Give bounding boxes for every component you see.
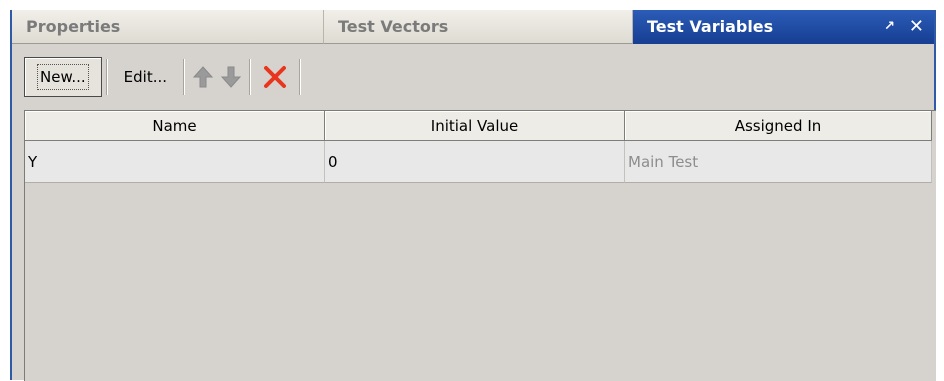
- edit-button-label: Edit...: [123, 68, 168, 86]
- tab-test-vectors[interactable]: Test Vectors: [324, 10, 633, 44]
- toolbar-separator: [183, 59, 186, 95]
- move-up-icon[interactable]: [189, 57, 217, 97]
- tab-strip: Properties Test Vectors Test Variables ↗…: [12, 10, 934, 44]
- toolbar-separator: [299, 59, 302, 95]
- variables-table: Name Initial Value Assigned In Y 0 Main …: [24, 110, 936, 381]
- tab-controls: ↗ ✕: [884, 17, 924, 36]
- tab-label: Properties: [26, 17, 121, 36]
- column-header-name[interactable]: Name: [25, 111, 325, 141]
- tab-label: Test Variables: [647, 17, 774, 36]
- new-button[interactable]: New...: [24, 57, 102, 97]
- toolbar-separator: [249, 59, 252, 95]
- edit-button[interactable]: Edit...: [112, 57, 179, 97]
- close-icon[interactable]: ✕: [909, 17, 924, 36]
- table-row[interactable]: Y 0 Main Test: [25, 141, 936, 183]
- table-header-row: Name Initial Value Assigned In: [25, 111, 936, 141]
- move-down-icon[interactable]: [217, 57, 245, 97]
- test-variables-panel: Properties Test Vectors Test Variables ↗…: [10, 10, 936, 381]
- new-button-label: New...: [37, 64, 89, 90]
- column-header-assigned-in[interactable]: Assigned In: [625, 111, 932, 141]
- table-cell-name[interactable]: Y: [25, 141, 325, 183]
- toolbar-separator: [105, 59, 108, 95]
- toolbar: New... Edit...: [18, 48, 928, 106]
- table-cell-initial-value[interactable]: 0: [325, 141, 625, 183]
- tab-properties[interactable]: Properties: [12, 10, 324, 44]
- tab-label: Test Vectors: [338, 17, 449, 36]
- delete-icon[interactable]: [255, 57, 295, 97]
- column-header-initial-value[interactable]: Initial Value: [325, 111, 625, 141]
- tab-test-variables[interactable]: Test Variables ↗ ✕: [633, 10, 934, 44]
- pin-icon[interactable]: ↗: [884, 19, 895, 34]
- table-cell-assigned-in: Main Test: [625, 141, 932, 183]
